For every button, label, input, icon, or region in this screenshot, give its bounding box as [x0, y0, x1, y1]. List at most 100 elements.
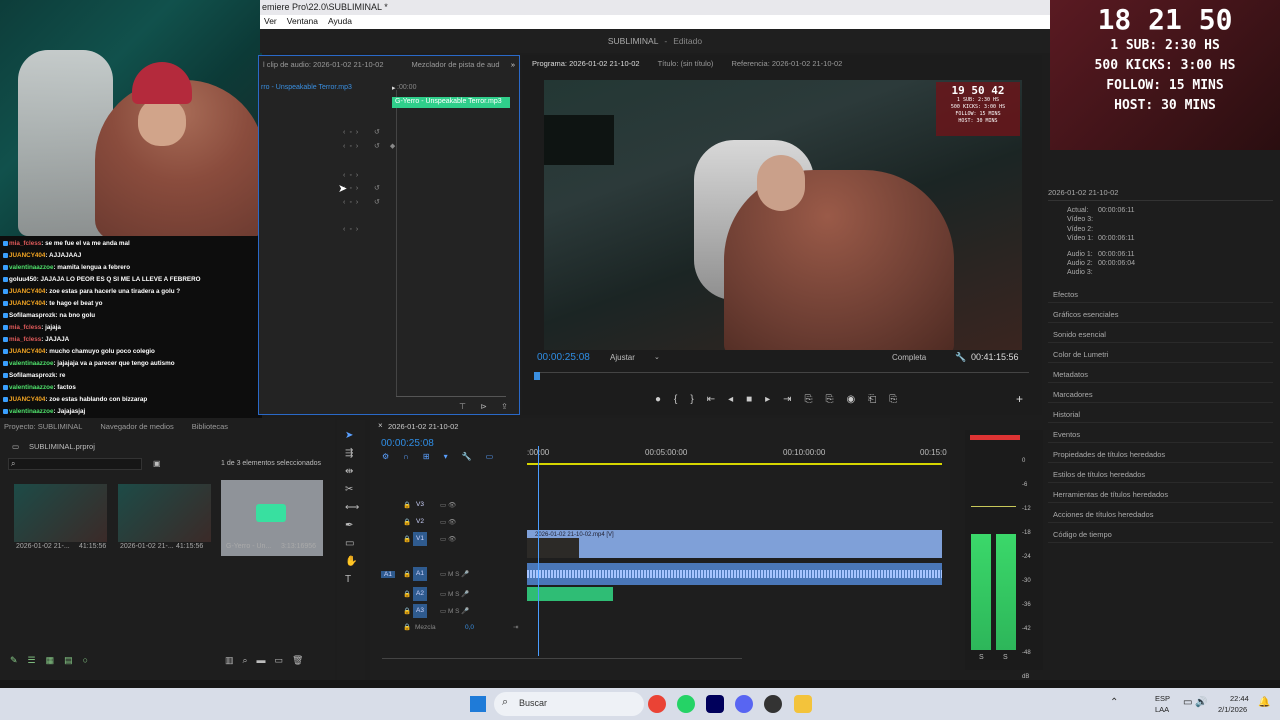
track-select-icon[interactable]: ⇶ — [345, 448, 353, 459]
video-clip[interactable]: 2026-01-02 21-10-02.mp4 [V] — [527, 530, 942, 558]
timeline-playhead[interactable] — [538, 446, 539, 656]
program-video-frame[interactable]: 19 50 42 1 SUB: 2:30 HS 500 KICKS: 3:00 … — [544, 80, 1022, 350]
panel-overflow-icon[interactable]: » — [511, 60, 515, 69]
knob-row[interactable]: ‹◦› ↺ — [343, 128, 384, 136]
rectangle-icon[interactable]: ▭ — [345, 538, 354, 549]
panel-menu-item[interactable]: Marcadores — [1053, 390, 1093, 399]
chevron-down-icon[interactable]: ⌄ — [654, 353, 660, 361]
source-patch-a1[interactable]: A1 — [381, 570, 395, 578]
notification-icon[interactable]: 🔔 — [1258, 697, 1270, 708]
tab-program[interactable]: Programa: 2026-01-02 21-10-02 — [532, 59, 640, 68]
mix-track[interactable]: 🔒 Mezcla 0,0 ⇥ — [370, 619, 525, 635]
clock-date[interactable]: 2/1/2026 — [1218, 705, 1247, 714]
obs-icon[interactable] — [764, 695, 782, 713]
tab-project[interactable]: Proyecto: SUBLIMINAL — [4, 422, 82, 431]
slip-icon[interactable]: ⟷ — [345, 502, 359, 513]
timeline-timecode[interactable]: 00:00:25:08 — [381, 438, 434, 449]
clock-time[interactable]: 22:44 — [1230, 694, 1249, 703]
project-search-input[interactable]: ⌕ — [8, 458, 142, 470]
knob-row[interactable]: ‹◦› ↺ ◆ — [343, 142, 399, 150]
wrench-icon[interactable]: 🔧 — [955, 352, 966, 363]
audio-clip-a1[interactable] — [527, 563, 942, 585]
audio-clip-label[interactable]: G-Yerro - Unspeakable Terror.mp3 — [392, 97, 510, 108]
chrome-icon[interactable] — [648, 695, 666, 713]
language-layout[interactable]: LAA — [1155, 705, 1169, 714]
program-controls: 00:00:25:08 Ajustar ⌄ Completa 🔧 00:41:1… — [530, 350, 1040, 410]
menu-item-ayuda[interactable]: Ayuda — [328, 16, 352, 28]
audio-clip-a2[interactable] — [527, 587, 613, 601]
project-bottom-toolbar[interactable]: ✎☰▦▤○ — [10, 655, 98, 666]
timecode-key: Vídeo 3: — [1067, 216, 1094, 224]
tab-title[interactable]: Título: (sin título) — [658, 59, 714, 68]
add-button-icon[interactable]: + — [1016, 392, 1023, 406]
tab-media-browser[interactable]: Navegador de medios — [100, 422, 173, 431]
transport-controls[interactable]: ●{}⇤◂■▸⇥⎘⎘◉⎗⎘ — [655, 394, 910, 405]
panel-menu-item[interactable]: Herramientas de títulos heredados — [1053, 490, 1168, 499]
work-area-bar[interactable] — [527, 463, 942, 465]
knob-row[interactable]: ‹◦› — [343, 226, 362, 233]
track-header-v3[interactable]: 🔒 V3 ▭ 👁 — [370, 497, 525, 513]
close-icon[interactable]: × — [378, 421, 383, 430]
menu-bar: Ver Ventana Ayuda — [260, 15, 1050, 29]
timeline-toolbar[interactable]: ⚙∩⊞▾🔧▭ — [382, 452, 507, 461]
track-header-v1[interactable]: 🔒 V1 ▭ 👁 — [370, 531, 525, 547]
project-item-thumb[interactable] — [14, 484, 107, 542]
language-code[interactable]: ESP — [1155, 694, 1170, 703]
track-header-a1[interactable]: A1 🔒 A1 ▭ M S 🎤 — [370, 566, 525, 582]
panel-menu-item[interactable]: Historial — [1053, 410, 1080, 419]
panel-menu-item[interactable]: Propiedades de títulos heredados — [1053, 450, 1165, 459]
razor-icon[interactable]: ✂ — [345, 484, 353, 495]
program-scrubber[interactable] — [537, 372, 1029, 373]
panel-menu-item[interactable]: Código de tiempo — [1053, 530, 1112, 539]
file-explorer-icon[interactable] — [794, 695, 812, 713]
panel-menu-item[interactable]: Acciones de títulos heredados — [1053, 510, 1153, 519]
panel-menu-item[interactable]: Sonido esencial — [1053, 330, 1106, 339]
track-header-a2[interactable]: 🔒 A2 ▭ M S 🎤 — [370, 586, 525, 602]
mix-value[interactable]: 0,0 — [465, 624, 474, 631]
panel-menu-item[interactable]: Efectos — [1053, 290, 1078, 299]
hand-icon[interactable]: ✋ — [345, 556, 357, 567]
tab-libraries[interactable]: Bibliotecas — [192, 422, 228, 431]
solo-right[interactable]: S — [1003, 654, 1008, 661]
knob-row[interactable]: ‹◦› ↺ — [343, 184, 384, 192]
type-tool-icon[interactable]: T — [345, 574, 351, 585]
quality-dropdown[interactable]: Completa — [892, 353, 926, 362]
timeline-scrollbar[interactable] — [382, 658, 742, 659]
panel-menu-item[interactable]: Estilos de títulos heredados — [1053, 470, 1145, 479]
tab-reference[interactable]: Referencia: 2026-01-02 21-10-02 — [731, 59, 842, 68]
solo-left[interactable]: S — [979, 654, 984, 661]
menu-item-ventana[interactable]: Ventana — [287, 16, 318, 28]
mixer-scroll[interactable] — [396, 396, 506, 397]
mixer-controls[interactable]: ⊤ ⊳ ⇪ — [459, 402, 514, 411]
project-bottom-actions[interactable]: ▥⌕▬▭🗑 — [225, 655, 312, 666]
chevron-up-icon[interactable]: ⌃ — [1110, 697, 1118, 708]
panel-menu-item[interactable]: Eventos — [1053, 430, 1080, 439]
program-timecode[interactable]: 00:00:25:08 — [537, 352, 590, 363]
program-playhead[interactable] — [534, 372, 540, 380]
menu-item-ver[interactable]: Ver — [264, 16, 277, 28]
track-header-v2[interactable]: 🔒 V2 ▭ 👁 — [370, 514, 525, 530]
play-icon[interactable]: ▸ — [392, 84, 396, 92]
selection-tool-icon[interactable]: ➤ — [345, 430, 353, 441]
project-item-thumb[interactable] — [118, 484, 211, 542]
whatsapp-icon[interactable] — [677, 695, 695, 713]
track-header-a3[interactable]: 🔒 A3 ▭ M S 🎤 — [370, 603, 525, 619]
timeline-tab[interactable]: 2026-01-02 21-10-02 — [388, 422, 458, 431]
windows-start-icon[interactable] — [470, 696, 486, 712]
panel-menu-item[interactable]: Metadatos — [1053, 370, 1088, 379]
pen-icon[interactable]: ✒ — [345, 520, 353, 531]
taskbar-search[interactable]: ⌕ Buscar — [494, 692, 644, 716]
knob-row[interactable]: ‹◦› ↺ — [343, 198, 384, 206]
premiere-icon[interactable] — [706, 695, 724, 713]
ripple-edit-icon[interactable]: ⇹ — [345, 466, 353, 477]
panel-menu-item[interactable]: Color de Lumetri — [1053, 350, 1108, 359]
network-volume-icons[interactable]: ▭ 🔊 — [1183, 697, 1208, 708]
new-bin-icon[interactable]: ▣ — [153, 459, 161, 468]
fit-dropdown[interactable]: Ajustar — [610, 353, 635, 362]
knob-row[interactable]: ‹◦› — [343, 172, 362, 179]
discord-icon[interactable] — [735, 695, 753, 713]
status-bar — [0, 680, 1280, 688]
panel-menu-item[interactable]: Gráficos esenciales — [1053, 310, 1118, 319]
tab-audio-track-mixer[interactable]: Mezclador de pista de aud — [412, 60, 500, 69]
tab-audio-clip-mixer[interactable]: l clip de audio: 2026-01-02 21-10-02 — [263, 60, 384, 69]
